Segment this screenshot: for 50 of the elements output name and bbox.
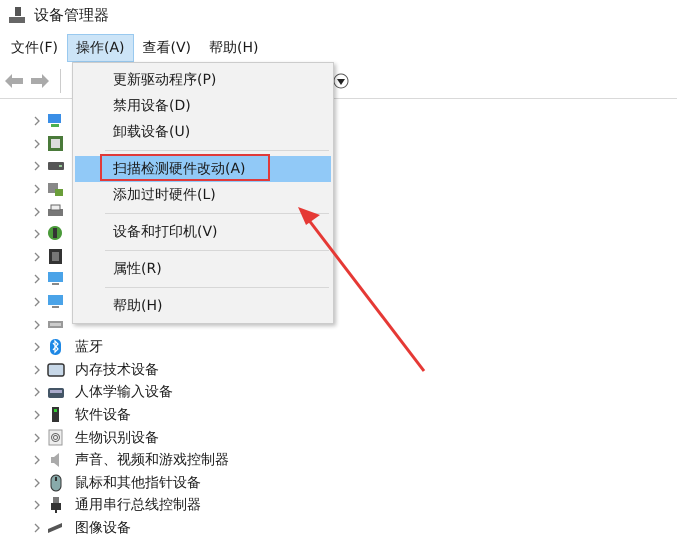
chevron-icon[interactable] — [33, 184, 41, 194]
back-icon[interactable] — [4, 73, 24, 89]
menu-option[interactable]: 属性(R) — [75, 256, 331, 282]
menu-item[interactable]: 文件(F) — [2, 34, 67, 62]
chevron-icon[interactable] — [33, 161, 41, 172]
chevron-icon[interactable] — [33, 342, 41, 352]
menu-option[interactable]: 禁用设备(D) — [75, 93, 331, 119]
tree-item[interactable]: 图像设备 — [75, 518, 131, 537]
menu-item[interactable]: 查看(V) — [134, 34, 200, 62]
forward-icon[interactable] — [30, 73, 50, 89]
chevron-icon[interactable] — [33, 432, 41, 443]
chip-icon — [47, 134, 65, 153]
chevron-icon[interactable] — [33, 455, 41, 466]
menu-option[interactable]: 设备和打印机(V) — [75, 219, 331, 245]
chevron-icon[interactable] — [33, 364, 41, 375]
chevron-icon[interactable] — [33, 522, 41, 533]
board-icon — [47, 248, 65, 266]
menu-option[interactable]: 更新驱动程序(P) — [75, 67, 331, 93]
menu-option[interactable]: 扫描检测硬件改动(A) — [75, 156, 331, 182]
chevron-icon[interactable] — [33, 229, 41, 240]
menu-item[interactable]: 帮助(H) — [200, 34, 268, 62]
chevron-icon[interactable] — [33, 206, 41, 217]
chevron-icon[interactable] — [33, 297, 41, 308]
chevron-icon[interactable] — [33, 116, 41, 126]
chevron-icon[interactable] — [33, 252, 41, 262]
chevron-icon[interactable] — [33, 320, 41, 330]
tree-item[interactable]: 鼠标和其他指针设备 — [75, 474, 201, 492]
tree-item[interactable]: 蓝牙 — [75, 338, 103, 356]
chevron-icon[interactable] — [33, 410, 41, 420]
tree-item[interactable]: 生物识别设备 — [75, 428, 159, 447]
tree-item[interactable]: 软件设备 — [75, 406, 131, 424]
tree-item[interactable]: 人体学输入设备 — [75, 383, 173, 402]
chevron-icon[interactable] — [33, 478, 41, 488]
tree-item[interactable]: 通用串行总线控制器 — [75, 496, 201, 514]
fingerprint-icon — [47, 428, 65, 447]
window-title: 设备管理器 — [34, 6, 109, 24]
chevron-icon[interactable] — [33, 274, 41, 284]
memory-card-icon — [47, 360, 65, 379]
tree-item[interactable]: 声音、视频和游戏控制器 — [75, 451, 229, 470]
menu-option[interactable]: 卸载设备(U) — [75, 119, 331, 145]
menu-option[interactable]: 添加过时硬件(L) — [75, 182, 331, 208]
chevron-icon[interactable] — [33, 138, 41, 149]
device-icon — [47, 180, 65, 198]
menu-item[interactable]: 操作(A) — [66, 34, 134, 62]
chevron-icon[interactable] — [33, 500, 41, 510]
download-icon[interactable] — [333, 73, 349, 89]
chevron-icon[interactable] — [33, 387, 41, 398]
device-manager-icon — [8, 6, 26, 24]
tree-item[interactable]: 内存技术设备 — [75, 360, 159, 379]
menu-option[interactable]: 帮助(H) — [75, 293, 331, 319]
